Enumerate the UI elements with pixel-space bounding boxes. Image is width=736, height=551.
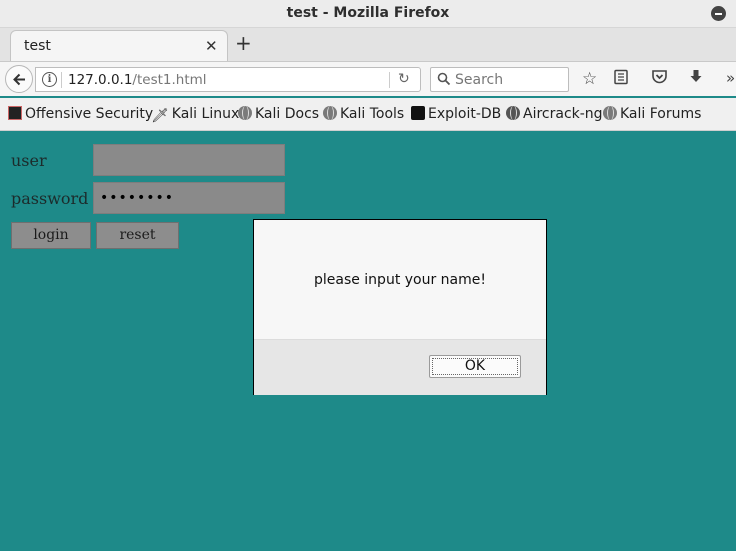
navigation-bar: i 127.0.0.1/test1.html ↻ Search ☆ » bbox=[0, 62, 736, 96]
globe-icon bbox=[323, 106, 337, 120]
offsec-icon bbox=[8, 106, 22, 120]
password-mask: •••••••• bbox=[100, 190, 175, 206]
aircrack-icon bbox=[506, 106, 520, 120]
ok-button[interactable]: OK bbox=[429, 355, 521, 378]
pocket-icon[interactable] bbox=[651, 69, 668, 90]
user-label: user bbox=[11, 151, 47, 170]
minimize-icon[interactable] bbox=[711, 6, 726, 21]
back-arrow-icon bbox=[13, 73, 25, 86]
back-button[interactable] bbox=[5, 65, 33, 93]
window-title: test - Mozilla Firefox bbox=[286, 5, 450, 21]
search-icon bbox=[437, 72, 451, 86]
globe-icon bbox=[238, 106, 252, 120]
bookmark-kali-linux[interactable]: 🗡 Kali Linux bbox=[151, 106, 239, 124]
password-label: password bbox=[11, 189, 89, 208]
bookmark-kali-docs[interactable]: Kali Docs bbox=[238, 106, 319, 122]
exploit-db-icon bbox=[411, 106, 425, 120]
bookmarks-toolbar: Offensive Security 🗡 Kali Linux Kali Docs… bbox=[0, 98, 736, 131]
url-bar[interactable]: i 127.0.0.1/test1.html ↻ bbox=[35, 67, 421, 92]
search-placeholder: Search bbox=[455, 72, 504, 88]
overflow-chevron-icon[interactable]: » bbox=[726, 69, 735, 87]
url-host: 127.0.0.1 bbox=[68, 72, 133, 88]
reload-icon[interactable]: ↻ bbox=[398, 71, 410, 87]
url-divider bbox=[389, 72, 390, 88]
alert-dialog: please input your name! OK bbox=[253, 219, 547, 395]
bookmark-offensive-security[interactable]: Offensive Security bbox=[8, 106, 153, 122]
download-icon[interactable] bbox=[689, 69, 703, 90]
tab-test[interactable]: test ✕ bbox=[10, 30, 228, 61]
user-input[interactable] bbox=[93, 144, 285, 176]
url-text[interactable]: 127.0.0.1/test1.html bbox=[68, 72, 207, 88]
bookmark-kali-forums[interactable]: Kali Forums bbox=[603, 106, 701, 122]
window-titlebar: test - Mozilla Firefox bbox=[0, 0, 736, 28]
url-divider bbox=[61, 72, 62, 88]
star-icon[interactable]: ☆ bbox=[582, 69, 597, 89]
tab-strip: test ✕ + bbox=[0, 28, 736, 62]
password-input[interactable]: •••••••• bbox=[93, 182, 285, 214]
tab-label: test bbox=[24, 38, 51, 54]
alert-message: please input your name! bbox=[313, 272, 487, 288]
url-path: /test1.html bbox=[132, 72, 207, 88]
reset-button[interactable]: reset bbox=[96, 222, 179, 249]
alert-footer: OK bbox=[254, 339, 546, 395]
bookmark-aircrack-ng[interactable]: Aircrack-ng bbox=[506, 106, 603, 122]
reader-list-icon[interactable] bbox=[613, 69, 629, 90]
bookmark-kali-tools[interactable]: Kali Tools bbox=[323, 106, 404, 122]
kali-dragon-icon: 🗡 bbox=[151, 108, 169, 124]
search-input[interactable]: Search bbox=[430, 67, 569, 92]
login-button[interactable]: login bbox=[11, 222, 91, 249]
bookmark-exploit-db[interactable]: Exploit-DB bbox=[411, 106, 501, 122]
close-tab-icon[interactable]: ✕ bbox=[205, 37, 218, 55]
info-icon[interactable]: i bbox=[42, 72, 57, 87]
globe-icon bbox=[603, 106, 617, 120]
new-tab-icon[interactable]: + bbox=[235, 31, 252, 55]
